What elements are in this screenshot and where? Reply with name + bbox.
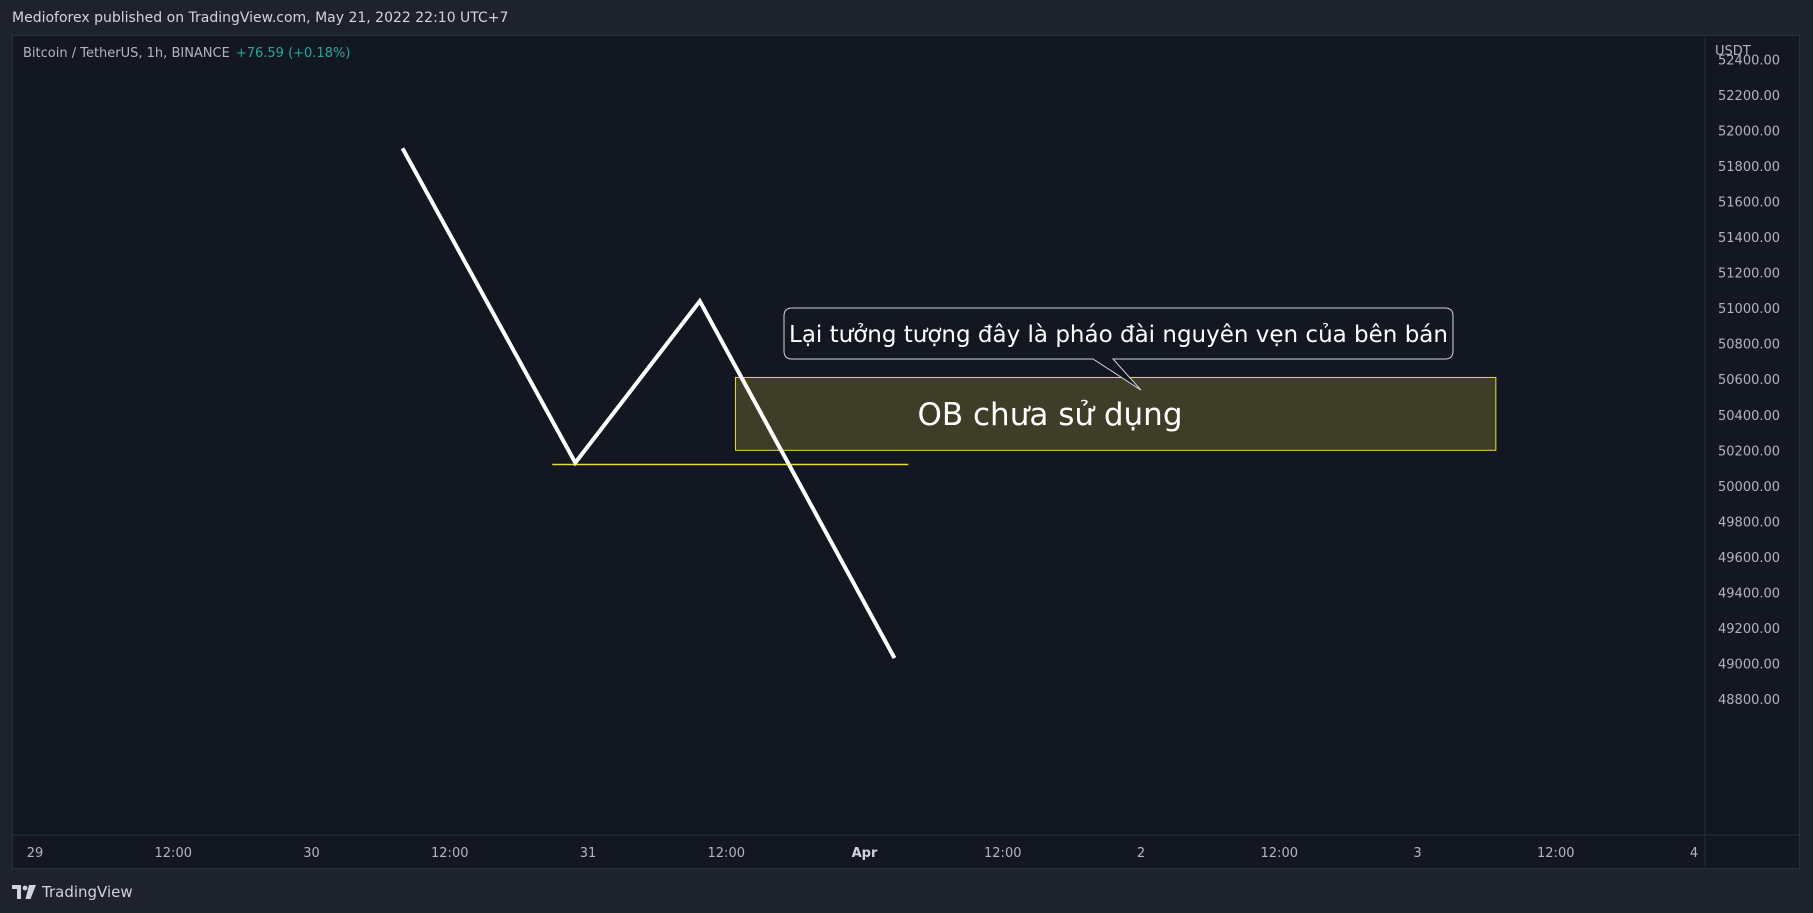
time-tick-label: 31 <box>580 846 597 861</box>
price-tick-label: 49600.00 <box>1718 551 1780 566</box>
price-tick-label: 52200.00 <box>1718 89 1780 104</box>
brand-footer[interactable]: TradingView <box>12 882 133 902</box>
price-chart[interactable]: OB chưa sử dụng Lại tưởng tượng đây là p… <box>0 0 1813 913</box>
time-tick-label: Apr <box>852 846 878 861</box>
time-tick-label: 2 <box>1137 846 1145 861</box>
price-tick-label: 49000.00 <box>1718 657 1780 672</box>
price-tick-label: 48800.00 <box>1718 693 1780 708</box>
time-tick-label: 29 <box>27 846 44 861</box>
price-change: +76.59 (+0.18%) <box>235 46 351 61</box>
time-tick-label: 12:00 <box>155 846 192 861</box>
price-tick-label: 52400.00 <box>1718 53 1780 68</box>
time-tick-label: 12:00 <box>431 846 468 861</box>
price-tick-label: 51800.00 <box>1718 160 1780 175</box>
price-tick-label: 50600.00 <box>1718 373 1780 388</box>
time-axis[interactable]: 29 12:00 30 12:00 31 12:00 Apr 12:00 2 12:00 3 12:0… <box>27 846 1698 861</box>
price-axis[interactable]: USDT52400.0052200.0052000.0051800.005160… <box>1715 44 1780 708</box>
price-tick-label: 49800.00 <box>1718 515 1780 530</box>
price-tick-label: 51200.00 <box>1718 267 1780 282</box>
time-tick-label: 12:00 <box>1261 846 1298 861</box>
price-tick-label: 49400.00 <box>1718 586 1780 601</box>
symbol-title: Bitcoin / TetherUS, 1h, BINANCE <box>23 46 230 61</box>
price-tick-label: 51400.00 <box>1718 231 1780 246</box>
pane-borders <box>13 36 1799 868</box>
time-tick-label: 12:00 <box>708 846 745 861</box>
time-tick-label: 30 <box>303 846 320 861</box>
time-tick-label: 12:00 <box>1537 846 1574 861</box>
price-tick-label: 51000.00 <box>1718 302 1780 317</box>
price-tick-label: 50800.00 <box>1718 338 1780 353</box>
time-tick-label: 12:00 <box>984 846 1021 861</box>
ob-zone-label: OB chưa sử dụng <box>917 397 1182 433</box>
tradingview-logo-icon <box>12 885 36 899</box>
time-tick-label: 3 <box>1413 846 1421 861</box>
symbol-legend[interactable]: Bitcoin / TetherUS, 1h, BINANCE +76.59 (+… <box>23 46 350 61</box>
price-tick-label: 50000.00 <box>1718 480 1780 495</box>
price-tick-label: 49200.00 <box>1718 622 1780 637</box>
time-tick-label: 4 <box>1690 846 1698 861</box>
price-tick-label: 50200.00 <box>1718 444 1780 459</box>
ob-zone[interactable]: OB chưa sử dụng <box>734 376 1497 451</box>
price-tick-label: 52000.00 <box>1718 125 1780 140</box>
callout-text: Lại tưởng tượng đây là pháo đài nguyên v… <box>789 322 1448 348</box>
brand-name: TradingView <box>42 883 133 901</box>
price-tick-label: 50400.00 <box>1718 409 1780 424</box>
chart-screenshot: Medioforex published on TradingView.com,… <box>0 0 1813 913</box>
price-tick-label: 51600.00 <box>1718 196 1780 211</box>
